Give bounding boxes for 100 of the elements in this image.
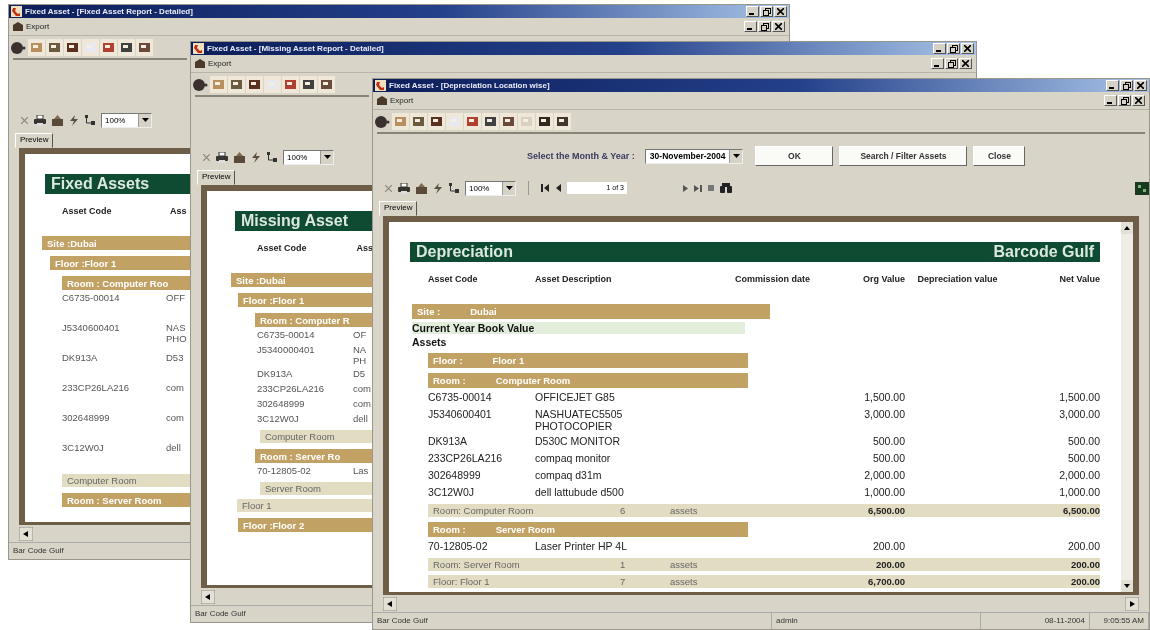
minimize-button[interactable] bbox=[1104, 95, 1117, 106]
tile-icon[interactable] bbox=[210, 75, 227, 93]
scroll-left-icon[interactable] bbox=[19, 527, 33, 541]
tile-icon[interactable] bbox=[282, 75, 299, 93]
restore-button[interactable] bbox=[758, 21, 771, 32]
column-header: Asset Code bbox=[428, 274, 479, 286]
action-button[interactable]: Close bbox=[973, 146, 1026, 166]
tile-icon[interactable] bbox=[46, 38, 63, 56]
restore-button[interactable] bbox=[1120, 80, 1133, 91]
tile-icon[interactable] bbox=[136, 38, 153, 56]
restore-button[interactable] bbox=[947, 43, 960, 54]
close-button[interactable] bbox=[1134, 80, 1147, 91]
tile-icon[interactable] bbox=[100, 38, 117, 56]
tile-icon[interactable] bbox=[392, 112, 409, 130]
binoculars-icon[interactable] bbox=[720, 183, 732, 193]
restore-button[interactable] bbox=[760, 6, 773, 17]
tile-icon[interactable] bbox=[446, 112, 463, 130]
tile-icon[interactable] bbox=[318, 75, 335, 93]
first-page-icon[interactable] bbox=[541, 184, 549, 192]
export-icon[interactable] bbox=[234, 151, 245, 163]
close-button[interactable] bbox=[774, 6, 787, 17]
tile-icon[interactable] bbox=[410, 112, 427, 130]
report-title: Missing Asset bbox=[241, 212, 348, 230]
tree-icon[interactable] bbox=[267, 152, 277, 162]
scroll-down-icon[interactable] bbox=[1121, 580, 1133, 592]
action-button[interactable]: Search / Filter Assets bbox=[839, 146, 968, 166]
tile-icon[interactable] bbox=[82, 38, 99, 56]
close-button[interactable] bbox=[1132, 95, 1145, 106]
close-button[interactable] bbox=[772, 21, 785, 32]
tile-icon[interactable] bbox=[500, 112, 517, 130]
next-page-icon[interactable] bbox=[683, 184, 688, 192]
tile-icon[interactable] bbox=[228, 75, 245, 93]
asset-description: dell lattubude d500 bbox=[535, 486, 625, 498]
scroll-up-icon[interactable] bbox=[1121, 222, 1133, 234]
tile-icon[interactable] bbox=[518, 112, 535, 130]
printer-icon[interactable] bbox=[398, 182, 410, 194]
scroll-right-icon[interactable] bbox=[1125, 597, 1139, 611]
scroll-left-icon[interactable] bbox=[201, 590, 215, 604]
tile-icon[interactable] bbox=[428, 112, 445, 130]
tile-icon[interactable] bbox=[554, 112, 571, 130]
restore-button[interactable] bbox=[945, 58, 958, 69]
preview-tab[interactable]: Preview bbox=[197, 170, 236, 185]
zoom-dropdown[interactable]: 100% bbox=[101, 112, 152, 128]
org-total: 6,700.00 bbox=[867, 576, 905, 587]
minimize-button[interactable] bbox=[744, 21, 757, 32]
asset-code: 302648999 bbox=[62, 412, 111, 423]
column-header: Asset Code bbox=[257, 243, 308, 255]
scroll-left-icon[interactable] bbox=[383, 597, 397, 611]
asset-code: C6735-00014 bbox=[62, 292, 121, 303]
asset-code: C6735-00014 bbox=[428, 391, 493, 403]
tile-icon[interactable] bbox=[28, 38, 45, 56]
tile-icon[interactable] bbox=[264, 75, 281, 93]
menu-item[interactable]: Export bbox=[195, 59, 232, 68]
grid-icon[interactable] bbox=[1135, 181, 1149, 195]
tile-icon[interactable] bbox=[536, 112, 553, 130]
lightning-icon[interactable] bbox=[251, 151, 261, 163]
zoom-dropdown[interactable]: 100% bbox=[465, 180, 516, 196]
tile-icon[interactable] bbox=[482, 112, 499, 130]
menu-item[interactable]: Export bbox=[13, 22, 50, 31]
asset-code: DK913A bbox=[257, 368, 294, 379]
vertical-scrollbar[interactable] bbox=[1121, 222, 1133, 592]
preview-tab[interactable]: Preview bbox=[379, 201, 418, 216]
tree-icon[interactable] bbox=[85, 115, 95, 125]
minimize-button[interactable] bbox=[933, 43, 946, 54]
printer-icon[interactable] bbox=[216, 151, 228, 163]
minimize-button[interactable] bbox=[931, 58, 944, 69]
printer-icon[interactable] bbox=[34, 114, 46, 126]
asset-code: 302648999 bbox=[428, 469, 482, 481]
minimize-button[interactable] bbox=[1106, 80, 1119, 91]
lightning-icon[interactable] bbox=[433, 182, 443, 194]
preview-tab[interactable]: Preview bbox=[15, 133, 54, 148]
last-page-icon[interactable] bbox=[694, 184, 702, 192]
column-header: Ass bbox=[170, 206, 187, 218]
minimize-button[interactable] bbox=[746, 6, 759, 17]
export-icon[interactable] bbox=[416, 182, 427, 194]
count-unit: assets bbox=[670, 559, 699, 570]
tile-icon[interactable] bbox=[64, 38, 81, 56]
restore-icon bbox=[1120, 96, 1129, 105]
month-year-dropdown[interactable]: 30-November-2004 bbox=[644, 148, 744, 164]
tile-icon[interactable] bbox=[246, 75, 263, 93]
column-header: Ass bbox=[356, 243, 373, 255]
asset-description: NA bbox=[353, 344, 368, 355]
restore-button[interactable] bbox=[1118, 95, 1131, 106]
close-button[interactable] bbox=[959, 58, 972, 69]
tile-icon[interactable] bbox=[300, 75, 317, 93]
menu-item[interactable]: Export bbox=[377, 96, 414, 105]
asset-description: Laser Printer HP 4L bbox=[535, 540, 629, 552]
tree-icon[interactable] bbox=[449, 183, 459, 193]
close-button[interactable] bbox=[961, 43, 974, 54]
section-label: Current Year Book Value bbox=[412, 322, 535, 334]
action-button[interactable]: OK bbox=[755, 146, 834, 166]
asset-description: com bbox=[166, 382, 185, 393]
lightning-icon[interactable] bbox=[69, 114, 79, 126]
tile-icon[interactable] bbox=[118, 38, 135, 56]
previous-page-icon[interactable] bbox=[555, 184, 561, 192]
export-icon[interactable] bbox=[52, 114, 63, 126]
zoom-dropdown[interactable]: 100% bbox=[283, 149, 334, 165]
window-title: Fixed Asset - [Fixed Asset Report - Detailed] bbox=[25, 7, 193, 16]
report-title: Fixed Assets bbox=[51, 175, 150, 193]
tile-icon[interactable] bbox=[464, 112, 481, 130]
